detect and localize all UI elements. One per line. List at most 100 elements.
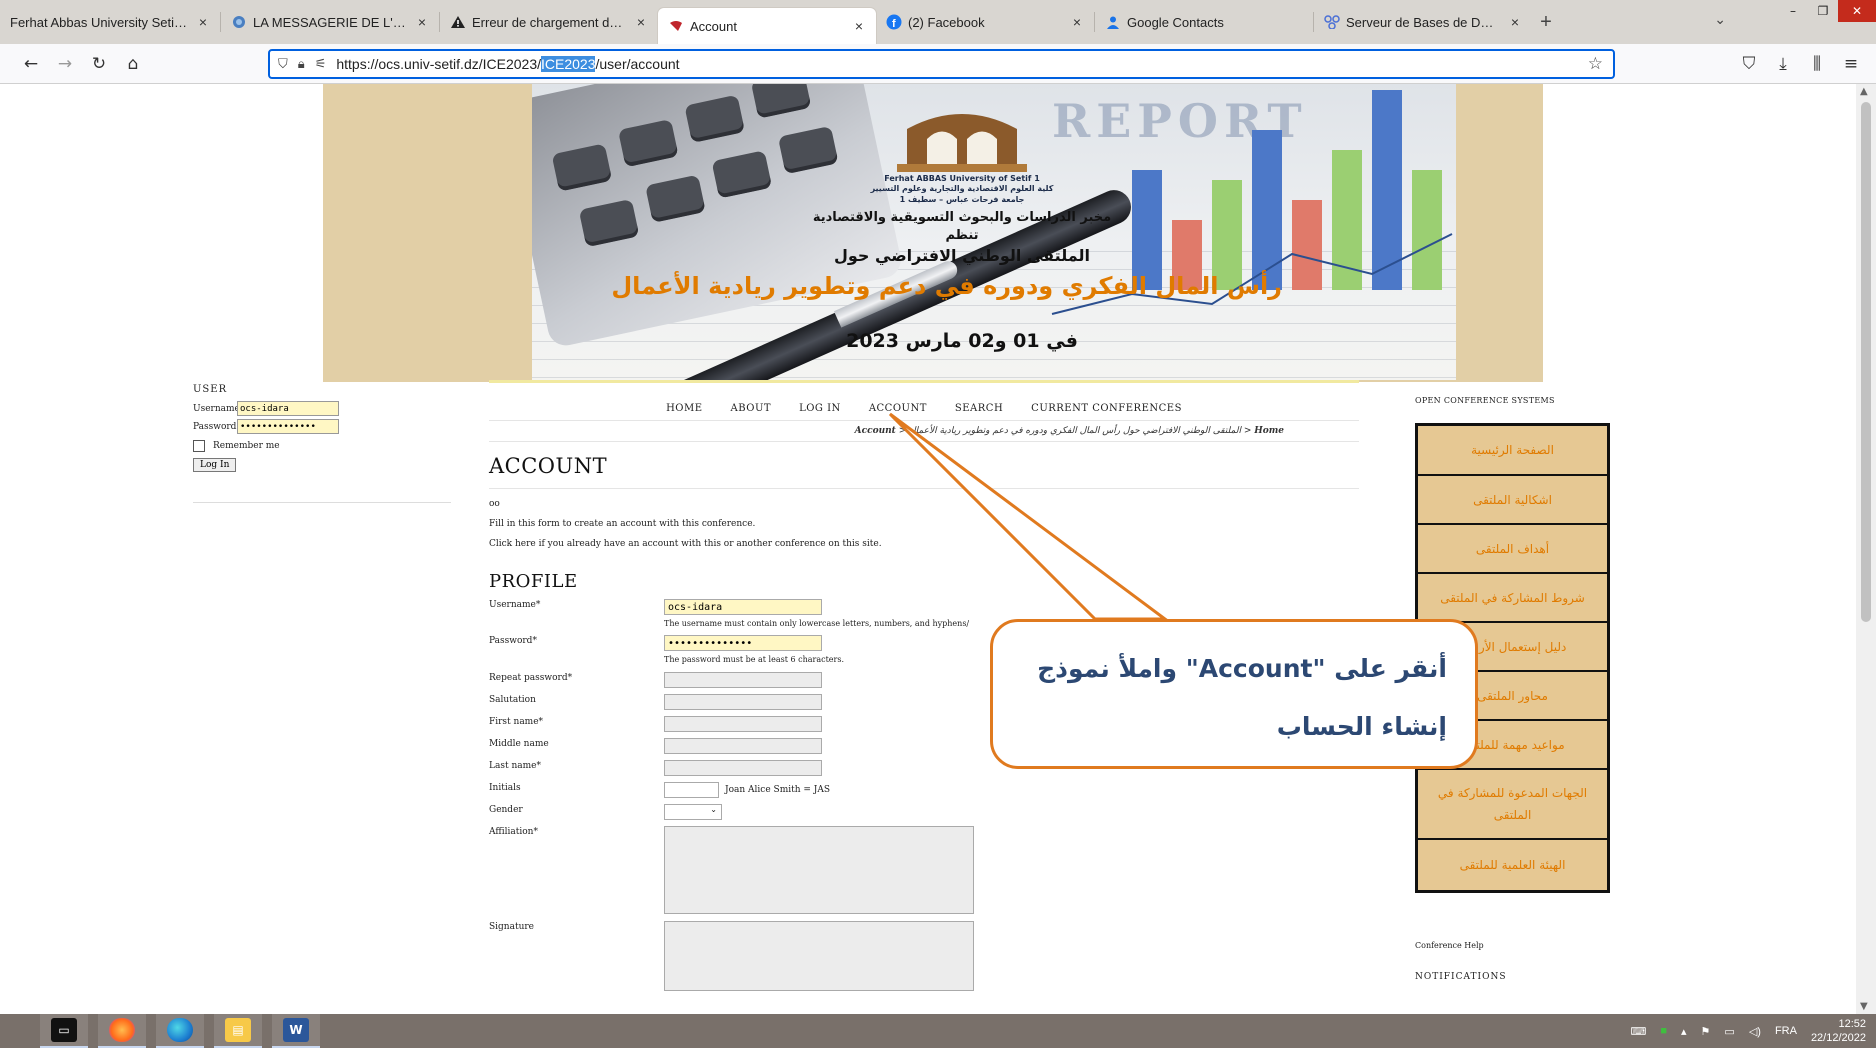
tab-messagerie[interactable]: LA MESSAGERIE DE L'UFAS :: Bo × xyxy=(221,0,439,44)
file-explorer-icon[interactable]: ▤ xyxy=(214,1014,262,1048)
lock-icon[interactable]: 🔒︎ xyxy=(298,57,305,72)
affiliation-textarea[interactable] xyxy=(664,826,974,914)
web-page: REPORT Ferhat ABBAS University of Setif … xyxy=(0,84,1856,1014)
sidebar-password-input[interactable] xyxy=(237,419,339,434)
close-tab-icon[interactable]: × xyxy=(196,14,210,30)
network-icon[interactable]: ▭ xyxy=(1724,1025,1734,1038)
menu-item-goals[interactable]: أهداف الملتقى xyxy=(1418,525,1607,574)
pocket-icon[interactable]: ⛉ xyxy=(1732,47,1766,81)
repeat-password-field[interactable] xyxy=(664,672,822,688)
forward-icon[interactable]: → xyxy=(48,47,82,81)
tab-erreur[interactable]: Erreur de chargement de la pag × xyxy=(440,0,658,44)
gender-select[interactable]: ⌄ xyxy=(664,804,722,820)
permissions-icon[interactable]: ⚟ xyxy=(315,57,327,72)
tab-facebook[interactable]: f (2) Facebook × xyxy=(876,0,1094,44)
nav-search[interactable]: SEARCH xyxy=(955,403,1003,414)
menu-icon[interactable]: ≡ xyxy=(1834,47,1868,81)
tab-title: Erreur de chargement de la pag xyxy=(472,14,626,30)
nav-account[interactable]: ACCOUNT xyxy=(869,403,927,414)
first-name-field[interactable] xyxy=(664,716,822,732)
faculty-name: كلية العلوم الاقتصادية والتجارية وعلوم ا… xyxy=(870,184,1054,193)
word-icon[interactable]: W xyxy=(272,1014,320,1048)
profile-title: PROFILE xyxy=(489,571,578,592)
click-here-link[interactable]: Click here xyxy=(489,539,536,549)
facebook-icon: f xyxy=(886,14,902,30)
signature-textarea[interactable] xyxy=(664,921,974,991)
close-tab-icon[interactable]: × xyxy=(1070,14,1084,30)
tab-university[interactable]: Ferhat Abbas University Setif 1 × xyxy=(0,0,220,44)
menu-item-home[interactable]: الصفحة الرئيسية xyxy=(1418,426,1607,476)
menu-item-committee[interactable]: الهيئة العلمية للملتقى xyxy=(1418,840,1607,890)
tab-account[interactable]: Account × xyxy=(658,8,876,44)
reload-icon[interactable]: ↻ xyxy=(82,47,116,81)
page-title: ACCOUNT xyxy=(489,454,1359,489)
conference-help-link[interactable]: Conference Help xyxy=(1415,941,1610,950)
username-hint: The username must contain only lowercase… xyxy=(664,619,970,628)
menu-item-problem[interactable]: اشكالية الملتقى xyxy=(1418,476,1607,525)
sidebar-username-input[interactable] xyxy=(237,401,339,416)
last-name-field[interactable] xyxy=(664,760,822,776)
login-sidebar: USER Username Password Remember me Log I… xyxy=(193,384,451,503)
menu-item-conditions[interactable]: شروط المشاركة في الملتقى xyxy=(1418,574,1607,623)
breadcrumb-conference[interactable]: الملتقى الوطني الافتراضي حول رأس المال ا… xyxy=(909,426,1241,436)
login-instructions-text: if you already have an account with this… xyxy=(535,539,882,549)
university-logo xyxy=(897,114,1027,172)
firefox-icon[interactable] xyxy=(98,1014,146,1048)
breadcrumb-home[interactable]: Home xyxy=(1254,426,1284,436)
library-icon[interactable]: ⫼ xyxy=(1800,47,1834,81)
nav-log-in[interactable]: LOG IN xyxy=(799,403,841,414)
initials-field[interactable] xyxy=(664,782,719,798)
salutation-label: Salutation xyxy=(489,695,536,705)
language-indicator[interactable]: FRA xyxy=(1775,1025,1797,1037)
nav-about[interactable]: ABOUT xyxy=(731,403,772,414)
close-tab-icon[interactable]: × xyxy=(1508,14,1522,30)
network-app-icon[interactable]: ■ xyxy=(1660,1025,1667,1037)
username-label: Username xyxy=(193,403,240,414)
windows-taskbar: ▭ ▤ W ⌨ ■ ▴ ⚑ ▭ ◁) FRA 12:52 22/12/2022 xyxy=(0,1014,1876,1048)
nav-current-conferences[interactable]: CURRENT CONFERENCES xyxy=(1031,403,1182,414)
close-window-icon[interactable]: ✕ xyxy=(1838,0,1876,22)
menu-item-invited[interactable]: الجهات المدعوة للمشاركة في الملتقى xyxy=(1418,770,1607,840)
contacts-icon xyxy=(1105,14,1121,30)
downloads-icon[interactable]: ⤓ xyxy=(1766,47,1800,81)
log-in-button[interactable]: Log In xyxy=(193,458,237,472)
username-field[interactable] xyxy=(664,599,822,615)
remember-me-checkbox[interactable] xyxy=(193,440,205,452)
volume-icon[interactable]: ◁) xyxy=(1749,1025,1761,1038)
scrollbar-thumb[interactable] xyxy=(1861,102,1871,622)
page-scrollbar[interactable]: ▲ ▼ xyxy=(1856,84,1876,1014)
close-tab-icon[interactable]: × xyxy=(415,14,429,30)
password-field[interactable] xyxy=(664,635,822,651)
new-tab-button[interactable]: + xyxy=(1532,11,1560,34)
show-hidden-icons[interactable]: ▴ xyxy=(1681,1025,1687,1038)
close-tab-icon[interactable]: × xyxy=(852,18,866,34)
list-all-tabs-icon[interactable]: ⌄ xyxy=(1714,12,1726,28)
tab-contacts[interactable]: Google Contacts xyxy=(1095,0,1313,44)
url-prefix: https://ocs.univ-setif.dz/ICE2023/ xyxy=(336,56,541,72)
shield-icon[interactable]: ⛉ xyxy=(278,57,288,72)
salutation-field[interactable] xyxy=(664,694,822,710)
clock[interactable]: 12:52 22/12/2022 xyxy=(1811,1017,1866,1045)
home-icon[interactable]: ⌂ xyxy=(116,47,150,81)
minimize-icon[interactable]: – xyxy=(1778,0,1808,22)
terminal-icon[interactable]: ▭ xyxy=(40,1014,88,1048)
bookmark-star-icon[interactable]: ☆ xyxy=(1588,54,1603,74)
flag-icon[interactable]: ⚑ xyxy=(1701,1025,1711,1038)
restore-icon[interactable]: ❐ xyxy=(1808,0,1838,22)
tab-title: Ferhat Abbas University Setif 1 xyxy=(10,14,188,30)
clock-date: 22/12/2022 xyxy=(1810,1032,1866,1044)
keyboard-icon[interactable]: ⌨ xyxy=(1630,1025,1646,1038)
breadcrumb-current[interactable]: Account xyxy=(855,426,896,436)
navigation-toolbar: ← → ↻ ⌂ ⛉ 🔒︎ ⚟ https://ocs.univ-setif.dz… xyxy=(0,44,1876,84)
repeat-password-label: Repeat password* xyxy=(489,673,573,683)
url-suffix: /user/account xyxy=(595,56,680,72)
middle-name-field[interactable] xyxy=(664,738,822,754)
login-instructions: Click here if you already have an accoun… xyxy=(489,539,1359,549)
edge-icon[interactable] xyxy=(156,1014,204,1048)
close-tab-icon[interactable]: × xyxy=(634,14,648,30)
back-icon[interactable]: ← xyxy=(14,47,48,81)
login-block-title: USER xyxy=(193,384,228,395)
nav-home[interactable]: HOME xyxy=(666,403,702,414)
url-bar[interactable]: ⛉ 🔒︎ ⚟ https://ocs.univ-setif.dz/ICE2023… xyxy=(268,49,1615,79)
tab-database[interactable]: Serveur de Bases de Données M × xyxy=(1314,0,1532,44)
